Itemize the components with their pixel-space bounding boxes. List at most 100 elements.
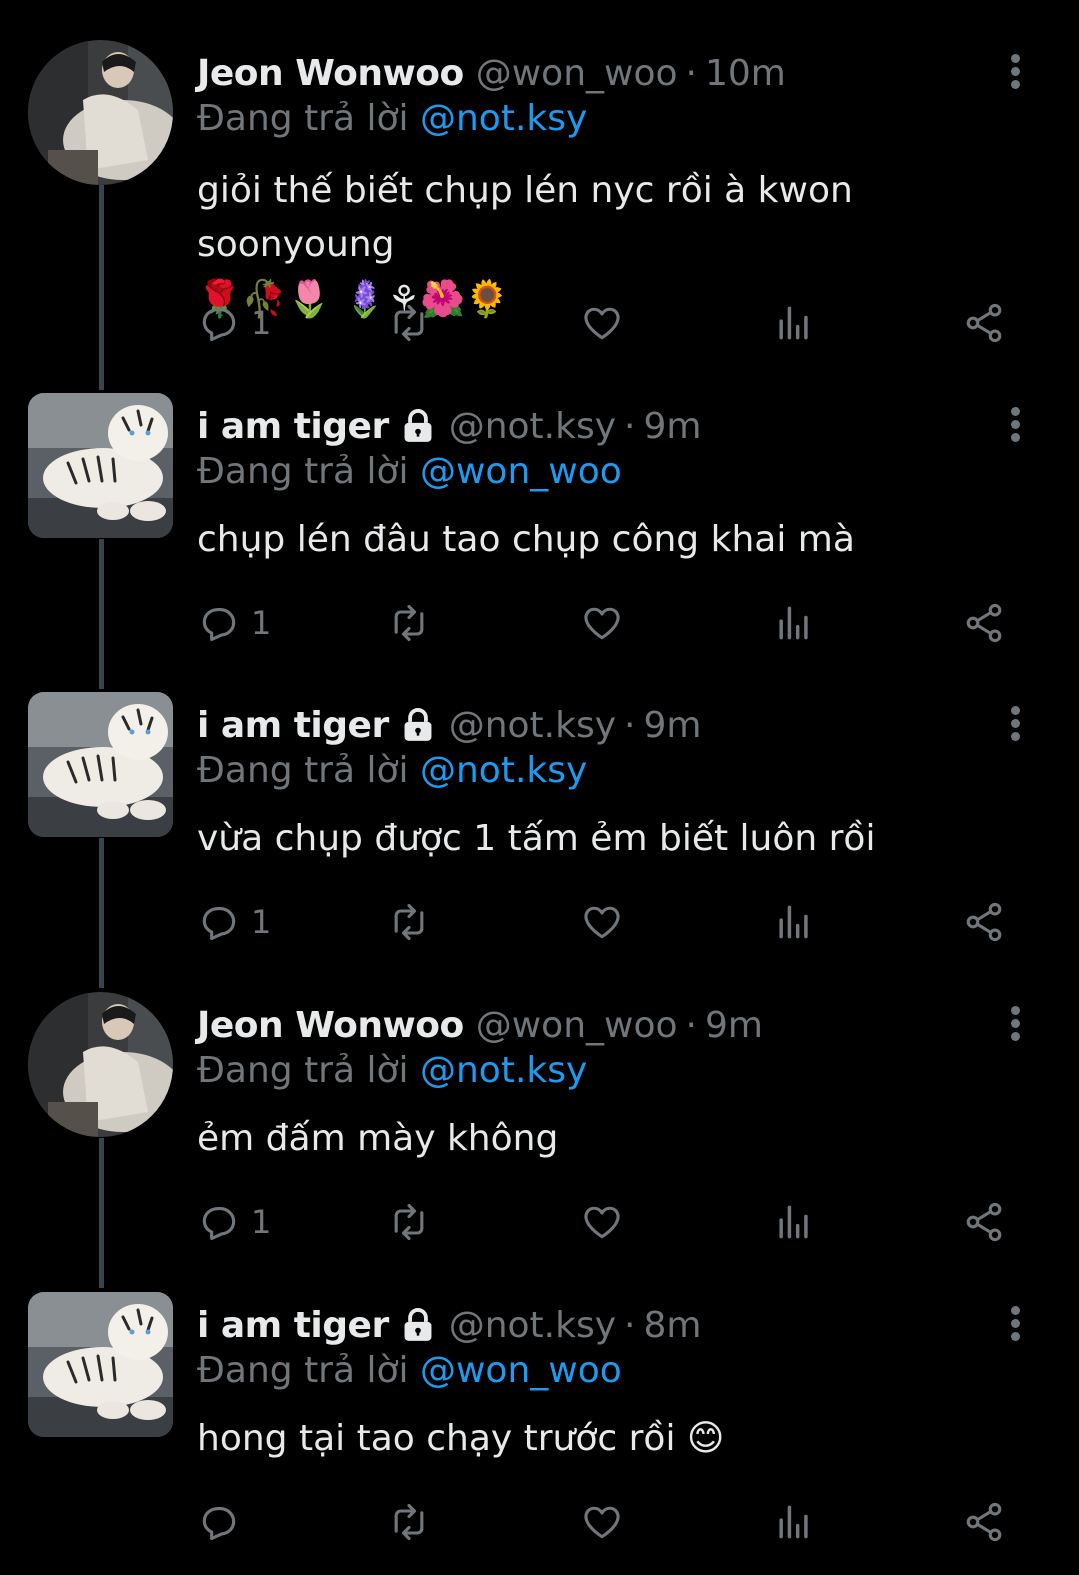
timestamp[interactable]: 10m: [705, 53, 786, 94]
tweet-header: i am tiger @not.ksy · 8m: [197, 1300, 701, 1350]
display-name[interactable]: Jeon Wonwoo: [197, 53, 464, 94]
reply-button[interactable]: 1: [197, 1197, 271, 1247]
username[interactable]: @not.ksy: [449, 406, 616, 447]
avatar[interactable]: [28, 992, 173, 1137]
retweet-button[interactable]: [387, 298, 431, 348]
tweet-text: hong tại tao chạy trước rồi 😊: [197, 1418, 725, 1459]
username[interactable]: @won_woo: [476, 1005, 678, 1046]
more-icon[interactable]: [1000, 50, 1030, 94]
tweet-text-container: chụp lén đâu tao chụp công khai mà: [197, 513, 1047, 567]
share-icon: [966, 603, 1002, 643]
display-name[interactable]: Jeon Wonwoo: [197, 1005, 464, 1046]
reply-icon: [202, 907, 236, 941]
username[interactable]: @not.ksy: [449, 1305, 616, 1346]
tweet[interactable]: i am tiger @not.ksy · 9m Đang trả lời @w…: [0, 393, 1079, 653]
reply-context: Đang trả lời @not.ksy: [197, 1050, 587, 1091]
like-button[interactable]: [580, 1497, 624, 1547]
tweet[interactable]: i am tiger @not.ksy · 8m Đang trả lời @w…: [0, 1292, 1079, 1562]
heart-icon: [584, 1506, 620, 1539]
reply-prefix: Đang trả lời: [197, 98, 409, 139]
like-button[interactable]: [580, 598, 624, 648]
reply-button[interactable]: 1: [197, 897, 271, 947]
reply-mention-link[interactable]: @won_woo: [420, 451, 622, 492]
reply-mention-link[interactable]: @won_woo: [420, 1350, 622, 1391]
separator-dot: ·: [624, 405, 636, 447]
views-icon: [779, 606, 808, 640]
share-button[interactable]: [962, 598, 1006, 648]
display-name[interactable]: i am tiger: [197, 705, 389, 746]
retweet-button[interactable]: [387, 598, 431, 648]
retweet-button[interactable]: [387, 897, 431, 947]
more-icon[interactable]: [1000, 403, 1030, 447]
person-avatar-image: [28, 40, 173, 185]
tweet[interactable]: i am tiger @not.ksy · 9m Đang trả lời @n…: [0, 692, 1079, 952]
tiger-avatar-image: [28, 1292, 173, 1437]
reply-mention-link[interactable]: @not.ksy: [420, 750, 587, 791]
more-icon[interactable]: [1000, 1002, 1030, 1046]
separator-dot: ·: [624, 704, 636, 746]
heart-icon: [584, 607, 620, 640]
share-button[interactable]: [962, 298, 1006, 348]
reply-mention-link[interactable]: @not.ksy: [420, 1050, 587, 1091]
reply-button[interactable]: 1: [197, 298, 271, 348]
avatar[interactable]: [28, 692, 173, 837]
separator-dot: ·: [624, 1304, 636, 1346]
views-button[interactable]: [772, 897, 816, 947]
timestamp[interactable]: 9m: [643, 705, 701, 746]
tweet[interactable]: Jeon Wonwoo @won_woo · 9m Đang trả lời @…: [0, 992, 1079, 1252]
share-icon: [966, 1202, 1002, 1242]
avatar[interactable]: [28, 393, 173, 538]
share-button[interactable]: [962, 897, 1006, 947]
lock-icon: [404, 409, 432, 442]
retweet-icon: [394, 1203, 424, 1241]
share-icon: [966, 303, 1002, 343]
display-name[interactable]: i am tiger: [197, 1305, 389, 1346]
tweet-text-container: ẻm đấm mày không: [197, 1112, 1047, 1166]
views-button[interactable]: [772, 298, 816, 348]
retweet-button[interactable]: [387, 1197, 431, 1247]
separator-dot: ·: [685, 1004, 697, 1046]
views-button[interactable]: [772, 1197, 816, 1247]
reply-icon: [202, 1507, 236, 1541]
like-button[interactable]: [580, 298, 624, 348]
timestamp[interactable]: 8m: [643, 1305, 701, 1346]
action-bar: 1: [197, 598, 1027, 648]
views-button[interactable]: [772, 598, 816, 648]
views-button[interactable]: [772, 1497, 816, 1547]
tweet[interactable]: Jeon Wonwoo @won_woo · 10m Đang trả lời …: [0, 40, 1079, 360]
action-bar: 1: [197, 1197, 1027, 1247]
retweet-button[interactable]: [387, 1497, 431, 1547]
avatar[interactable]: [28, 40, 173, 185]
reply-count: 1: [251, 1203, 272, 1241]
share-button[interactable]: [962, 1197, 1006, 1247]
reply-button[interactable]: [197, 1497, 251, 1547]
more-icon[interactable]: [1000, 702, 1030, 746]
reply-button[interactable]: 1: [197, 598, 271, 648]
share-icon: [966, 1502, 1002, 1542]
tweet-text: chụp lén đâu tao chụp công khai mà: [197, 519, 855, 560]
share-button[interactable]: [962, 1497, 1006, 1547]
display-name[interactable]: i am tiger: [197, 406, 389, 447]
reply-count: 1: [251, 304, 272, 342]
timestamp[interactable]: 9m: [705, 1005, 763, 1046]
reply-prefix: Đang trả lời: [197, 750, 409, 791]
action-bar: 1: [197, 897, 1027, 947]
like-button[interactable]: [580, 897, 624, 947]
action-bar: 1: [197, 298, 1027, 348]
reply-count: 1: [251, 604, 272, 642]
share-icon: [966, 902, 1002, 942]
reply-count: 1: [251, 903, 272, 941]
reply-prefix: Đang trả lời: [197, 451, 409, 492]
tiger-avatar-image: [28, 692, 173, 837]
username[interactable]: @not.ksy: [449, 705, 616, 746]
views-icon: [779, 905, 808, 939]
tweet-header: i am tiger @not.ksy · 9m: [197, 700, 701, 750]
more-icon[interactable]: [1000, 1302, 1030, 1346]
like-button[interactable]: [580, 1197, 624, 1247]
tweet-header: i am tiger @not.ksy · 9m: [197, 401, 701, 451]
retweet-icon: [394, 604, 424, 642]
reply-mention-link[interactable]: @not.ksy: [420, 98, 587, 139]
avatar[interactable]: [28, 1292, 173, 1437]
timestamp[interactable]: 9m: [643, 406, 701, 447]
username[interactable]: @won_woo: [476, 53, 678, 94]
